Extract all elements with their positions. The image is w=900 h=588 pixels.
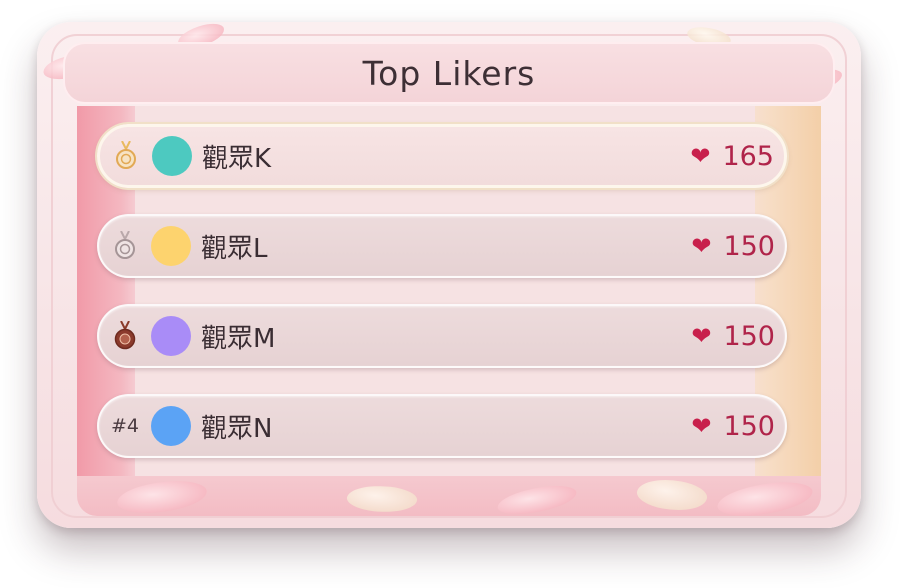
like-count: ❤ 150 — [691, 231, 775, 262]
gold-medal-icon — [116, 141, 136, 169]
rank-badge — [99, 321, 151, 351]
petal-decoration — [715, 479, 815, 519]
leaderboard-panel: Top Likers 觀眾K ❤ 165 觀眾L ❤ 150 觀眾M ❤ 150… — [37, 22, 861, 528]
heart-icon: ❤ — [690, 142, 711, 170]
top-likers-widget: Top Likers 觀眾K ❤ 165 觀眾L ❤ 150 觀眾M ❤ 150… — [0, 0, 900, 588]
viewer-name: 觀眾M — [201, 323, 276, 354]
leaderboard-row-3[interactable]: 觀眾M ❤ 150 — [97, 304, 787, 368]
petal-decoration — [345, 482, 419, 516]
like-count-value: 150 — [723, 410, 775, 442]
petal-decoration — [116, 478, 208, 516]
rank-badge: #4 — [99, 415, 151, 437]
leaderboard-row-1[interactable]: 觀眾K ❤ 165 — [97, 124, 787, 188]
avatar — [151, 406, 191, 446]
petal-decoration — [634, 474, 710, 516]
like-count-value: 165 — [722, 140, 774, 172]
like-count: ❤ 150 — [691, 411, 775, 442]
viewer-name: 觀眾K — [202, 143, 272, 174]
rank-label: #4 — [110, 415, 139, 437]
heart-icon: ❤ — [691, 412, 712, 440]
heart-icon: ❤ — [691, 322, 712, 350]
bronze-medal-icon — [114, 321, 136, 350]
viewer-name: 觀眾L — [201, 233, 268, 264]
petal-footer — [77, 474, 821, 519]
like-count: ❤ 165 — [690, 141, 774, 172]
petal-decoration — [495, 482, 579, 518]
leaderboard-header: Top Likers — [63, 42, 835, 104]
avatar — [151, 316, 191, 356]
silver-medal-icon — [115, 231, 135, 259]
viewer-name: 觀眾N — [201, 413, 273, 444]
leaderboard-row-4[interactable]: #4 觀眾N ❤ 150 — [97, 394, 787, 458]
heart-icon: ❤ — [691, 232, 712, 260]
like-count: ❤ 150 — [691, 321, 775, 352]
rank-badge — [100, 141, 152, 171]
page-title: Top Likers — [362, 53, 536, 93]
like-count-value: 150 — [723, 230, 775, 262]
avatar — [151, 226, 191, 266]
avatar — [152, 136, 192, 176]
leaderboard-row-2[interactable]: 觀眾L ❤ 150 — [97, 214, 787, 278]
rank-badge — [99, 231, 151, 261]
like-count-value: 150 — [723, 320, 775, 352]
